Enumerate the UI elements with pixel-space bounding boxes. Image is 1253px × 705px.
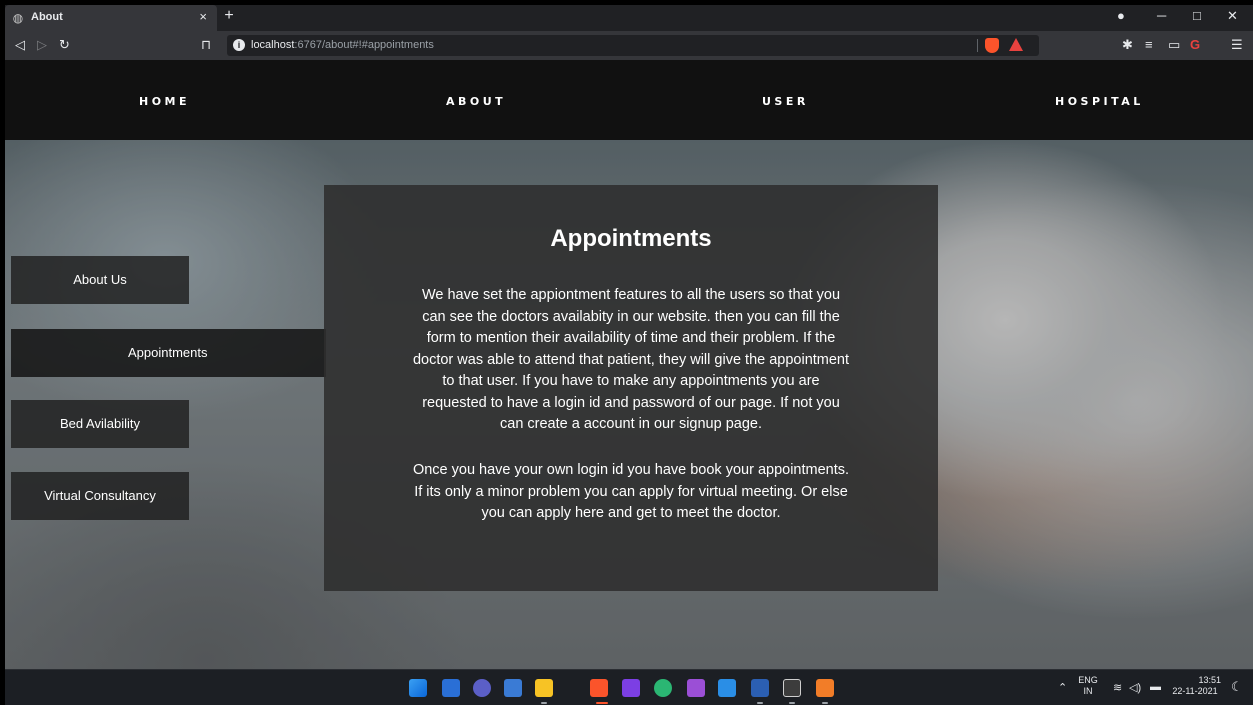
close-window-button[interactable]: ✕ bbox=[1227, 8, 1238, 24]
running-indicator bbox=[789, 702, 795, 704]
address-bar[interactable]: i localhost:6767/about#!#appointments bbox=[227, 35, 1039, 56]
word-icon[interactable] bbox=[751, 679, 769, 697]
chrome-icon[interactable] bbox=[654, 679, 672, 697]
intro-paragraph: We have set the appiontment features to … bbox=[412, 287, 850, 432]
vscode-icon[interactable] bbox=[718, 679, 736, 697]
menu-icon[interactable]: ☰ bbox=[1231, 37, 1243, 53]
task-view-icon[interactable] bbox=[442, 679, 460, 697]
globe-icon: ◍ bbox=[12, 11, 24, 25]
browser-toolbar: ◁ ▷ ↻ ⊓ i localhost:6767/about#!#appoint… bbox=[5, 31, 1253, 60]
sidebar-item-about-us[interactable]: About Us bbox=[11, 256, 189, 304]
battery-icon[interactable]: ▬ bbox=[1150, 681, 1161, 693]
sidebar-item-virtual-consultancy[interactable]: Virtual Consultancy bbox=[11, 472, 189, 520]
brave-browser-icon[interactable] bbox=[590, 679, 608, 697]
brave-rewards-icon[interactable] bbox=[1009, 38, 1023, 51]
bookmark-icon[interactable]: ⊓ bbox=[201, 37, 211, 53]
notifications-icon[interactable]: ☾ bbox=[1231, 679, 1243, 695]
running-indicator bbox=[541, 702, 547, 704]
forward-button[interactable]: ▷ bbox=[37, 37, 47, 53]
tab-close-button[interactable]: × bbox=[199, 9, 207, 24]
wallet-icon[interactable]: ▭ bbox=[1168, 37, 1180, 53]
nav-hospital-link[interactable]: HOSPITAL bbox=[1055, 95, 1144, 108]
brave-shield-icon[interactable] bbox=[985, 38, 999, 53]
terminal-icon[interactable] bbox=[783, 679, 801, 697]
extension-g-icon[interactable]: G bbox=[1190, 37, 1200, 52]
sidebar-item-label: Appointments bbox=[128, 345, 208, 360]
browser-tab[interactable]: ◍ About × bbox=[5, 5, 217, 31]
web-page: HOME ABOUT USER HOSPITAL About Us Appoin… bbox=[5, 60, 1253, 669]
tab-strip: ◍ About × + ● ─ □ ✕ bbox=[5, 5, 1253, 31]
minimize-button[interactable]: ─ bbox=[1157, 8, 1166, 23]
start-button-icon[interactable] bbox=[409, 679, 427, 697]
sidebar-item-appointments[interactable]: Appointments bbox=[11, 329, 326, 377]
section-title: Appointments bbox=[550, 225, 712, 252]
maximize-button[interactable]: □ bbox=[1193, 8, 1201, 23]
reload-button[interactable]: ↻ bbox=[59, 37, 70, 53]
reading-list-icon[interactable]: ≡ bbox=[1145, 37, 1153, 52]
network-app-icon[interactable] bbox=[504, 679, 522, 697]
url-separator bbox=[977, 39, 978, 52]
running-indicator bbox=[757, 702, 763, 704]
chat-icon[interactable] bbox=[473, 679, 491, 697]
nav-home-link[interactable]: HOME bbox=[139, 95, 190, 108]
chevron-up-icon[interactable]: ⌃ bbox=[1058, 681, 1067, 694]
windows-taskbar: ⌃ ENG IN ≋ ◁) ▬ 13:51 22-11-2021 ☾ bbox=[5, 669, 1253, 705]
clock[interactable]: 13:51 22-11-2021 bbox=[1169, 675, 1221, 697]
sidebar-item-bed-availability[interactable]: Bed Avilability bbox=[11, 400, 189, 448]
file-explorer-icon[interactable] bbox=[535, 679, 553, 697]
running-indicator bbox=[822, 702, 828, 704]
site-info-icon[interactable]: i bbox=[233, 39, 245, 51]
visual-studio-icon[interactable] bbox=[687, 679, 705, 697]
top-navigation: HOME ABOUT USER HOSPITAL bbox=[5, 60, 1253, 140]
browser-window: ◍ About × + ● ─ □ ✕ ◁ ▷ ↻ ⊓ i localhost:… bbox=[5, 5, 1253, 705]
wifi-icon[interactable]: ≋ bbox=[1113, 681, 1122, 694]
language-indicator[interactable]: ENG IN bbox=[1075, 675, 1101, 697]
xampp-icon[interactable] bbox=[816, 679, 834, 697]
tab-title: About bbox=[31, 11, 63, 23]
url-text[interactable]: localhost:6767/about#!#appointments bbox=[251, 39, 434, 51]
nav-about-link[interactable]: ABOUT bbox=[446, 95, 506, 108]
back-button[interactable]: ◁ bbox=[15, 37, 25, 53]
extensions-icon[interactable]: ✱ bbox=[1122, 37, 1133, 53]
profile-icon[interactable]: ● bbox=[1117, 8, 1125, 23]
active-indicator bbox=[596, 702, 608, 704]
volume-icon[interactable]: ◁) bbox=[1129, 681, 1141, 694]
nav-user-link[interactable]: USER bbox=[762, 95, 809, 108]
content-panel: Appointments We have set the appiontment… bbox=[324, 185, 938, 591]
new-tab-button[interactable]: + bbox=[219, 7, 239, 25]
login-paragraph: Once you have your own login id you have… bbox=[412, 462, 850, 521]
ide-icon[interactable] bbox=[622, 679, 640, 697]
